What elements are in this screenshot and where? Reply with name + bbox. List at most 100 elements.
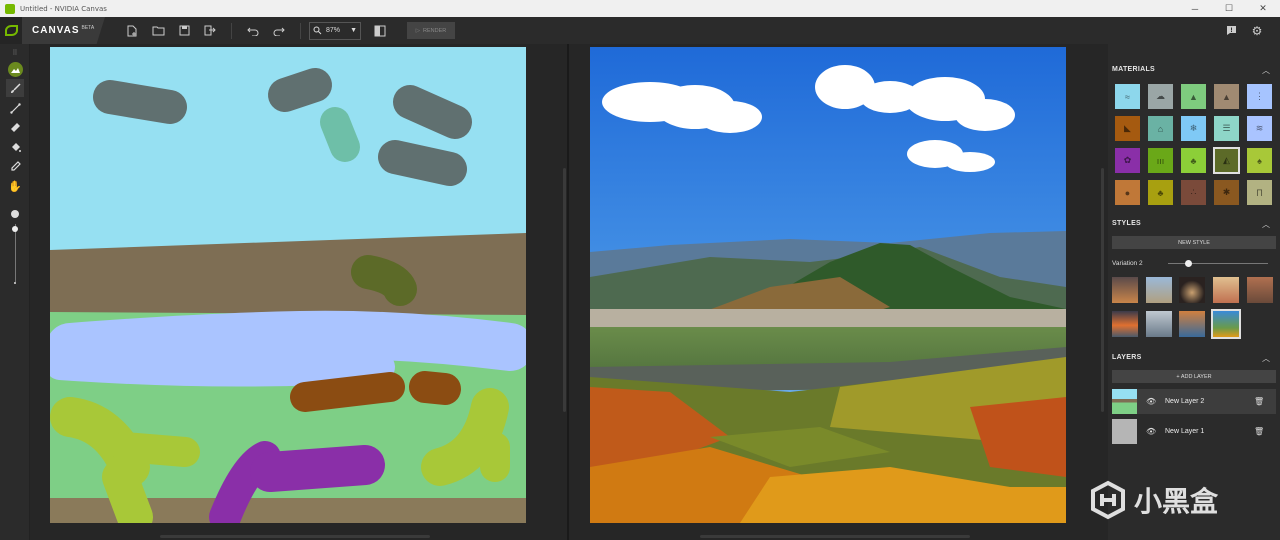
material-rock-swatch[interactable]: ◣ [1115,116,1140,141]
variation-slider-thumb[interactable] [1185,260,1192,267]
style-thumbnail[interactable] [1112,311,1138,337]
redo-icon[interactable] [266,17,292,44]
stone-icon: ● [1124,187,1131,198]
layer-row-new-layer-1[interactable]: 👁 New Layer 1 🗑 [1112,419,1276,444]
new-file-icon[interactable] [119,17,145,44]
slider-thumb[interactable] [12,226,18,232]
nvidia-eye-icon [0,17,22,44]
settings-icon[interactable]: ⚙ [1244,17,1270,44]
material-grass-swatch[interactable]: ııı [1148,148,1173,173]
render-button[interactable]: ▷ RENDER [407,22,455,39]
app-icon [5,3,15,14]
layer-name: New Layer 1 [1165,428,1205,435]
right-vertical-scrollbar[interactable] [1101,168,1104,412]
material-brush-icon[interactable] [6,60,24,78]
dirt-icon: ✱ [1222,187,1231,197]
style-thumbnail[interactable] [1213,277,1239,303]
pan-hand-icon[interactable]: ✋ [6,177,24,195]
material-mountain-swatch[interactable]: ▲ [1181,84,1206,109]
material-palm-swatch[interactable]: ♣ [1148,180,1173,205]
save-icon[interactable] [171,17,197,44]
brush-size-small-dot [14,282,16,284]
variation-slider[interactable] [1168,260,1268,267]
collapse-layers-chevron-icon[interactable]: ︿ [1262,353,1270,364]
trash-icon[interactable]: 🗑 [1254,397,1268,406]
zoom-icon [313,26,322,35]
feedback-icon[interactable] [1218,17,1244,44]
minimize-button[interactable]: ─ [1178,0,1212,17]
split-divider[interactable] [567,44,569,540]
style-thumbnail[interactable] [1247,277,1273,303]
zoom-control[interactable]: 87% ▼ [309,21,361,40]
material-stone-swatch[interactable]: ● [1115,180,1140,205]
material-water-lines-swatch[interactable]: ☰ [1214,116,1239,141]
house-icon: ⌂ [1157,123,1164,134]
gravel-icon: ∴ [1190,187,1197,197]
river-icon: ≋ [1255,123,1264,133]
grass-icon: ııı [1156,155,1165,166]
material-sky-swatch[interactable]: ≈ [1115,84,1140,109]
style-thumbnail[interactable] [1112,277,1138,303]
line-icon[interactable] [6,99,24,117]
eyedropper-icon[interactable] [6,157,24,175]
left-horizontal-scrollbar[interactable] [160,535,430,538]
compare-view-icon[interactable] [367,17,393,44]
trash-icon[interactable]: 🗑 [1254,427,1268,436]
render-label: RENDER [423,27,447,34]
flower-icon: ✿ [1123,155,1132,165]
new-style-button[interactable]: NEW STYLE [1112,236,1276,249]
material-tree-swatch[interactable]: ♠ [1247,148,1272,173]
title-bar: Untitled - NVIDIA Canvas ─ ☐ ✕ [0,0,1280,17]
xiaoheihe-logo-icon [1091,480,1125,520]
material-pillar-swatch[interactable]: Π [1247,180,1272,205]
style-thumbnail[interactable] [1146,311,1172,337]
material-river-swatch[interactable]: ≋ [1247,116,1272,141]
brush-size-slider[interactable] [11,210,19,290]
material-dirt-swatch[interactable]: ✱ [1214,180,1239,205]
water-lines-icon: ☰ [1222,123,1231,133]
mountain-icon: ▲ [1189,91,1198,102]
eraser-icon[interactable] [6,118,24,136]
style-thumbnail[interactable] [1179,311,1205,337]
material-snow-swatch[interactable]: ❄ [1181,116,1206,141]
export-icon[interactable] [197,17,223,44]
layer-thumbnail [1112,419,1137,444]
style-thumbnail[interactable] [1179,277,1205,303]
eye-icon[interactable]: 👁 [1146,397,1160,406]
tool-strip: ⠿ ✋ [0,44,30,540]
style-thumbnail-selected[interactable] [1211,309,1241,339]
collapse-materials-chevron-icon[interactable]: ︿ [1262,65,1270,76]
toolbar-separator [300,22,301,39]
material-fog-swatch[interactable]: ⋮ [1247,84,1272,109]
material-bush-swatch[interactable]: ♣ [1181,148,1206,173]
brush-icon[interactable] [6,79,24,97]
layer-name: New Layer 2 [1165,398,1205,405]
material-snowy-peak-swatch[interactable]: ▲ [1214,84,1239,109]
chevron-down-icon: ▼ [350,27,357,34]
close-button[interactable]: ✕ [1246,0,1280,17]
rendered-output-canvas[interactable] [590,47,1066,523]
layer-row-new-layer-2[interactable]: 👁 New Layer 2 🗑 [1112,389,1276,414]
segmentation-canvas[interactable] [50,47,526,523]
undo-icon[interactable] [240,17,266,44]
materials-title: MATERIALS [1112,66,1156,73]
material-flower-swatch[interactable]: ✿ [1115,148,1140,173]
layers-title: LAYERS [1112,354,1142,361]
right-horizontal-scrollbar[interactable] [700,535,970,538]
material-hill-swatch[interactable]: ◭ [1213,147,1240,174]
style-thumbnail[interactable] [1146,277,1172,303]
fill-bucket-icon[interactable] [6,138,24,156]
slider-track [14,224,16,282]
open-folder-icon[interactable] [145,17,171,44]
brush-size-large-dot [11,210,19,218]
material-house-swatch[interactable]: ⌂ [1148,116,1173,141]
top-toolbar: CANVAS BETA 87% ▼ ▷ RENDER ⚙ [0,17,1280,44]
left-vertical-scrollbar[interactable] [563,168,566,412]
collapse-styles-chevron-icon[interactable]: ︿ [1262,219,1270,230]
maximize-button[interactable]: ☐ [1212,0,1246,17]
hill-icon: ◭ [1223,155,1230,165]
material-cloud-swatch[interactable]: ☁ [1148,84,1173,109]
eye-icon[interactable]: 👁 [1146,427,1160,436]
material-gravel-swatch[interactable]: ∴ [1181,180,1206,205]
add-layer-button[interactable]: + ADD LAYER [1112,370,1276,383]
